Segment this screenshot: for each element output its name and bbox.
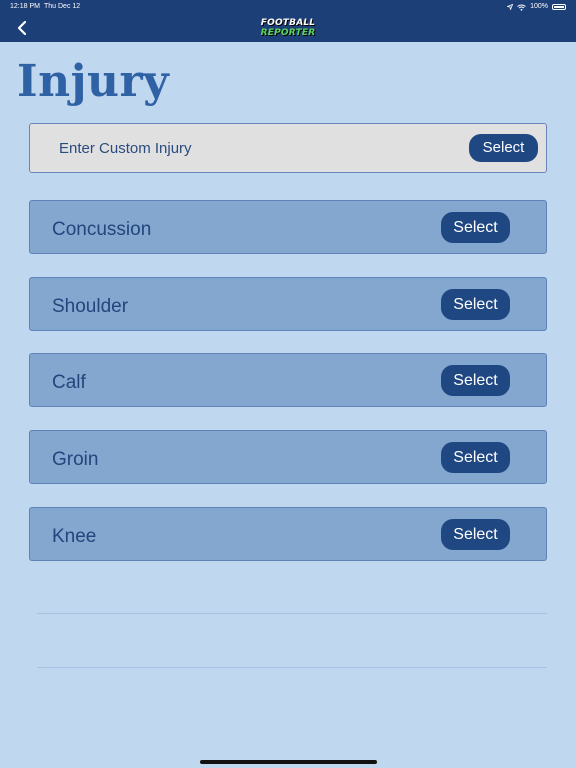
select-button-shoulder[interactable]: Select — [441, 289, 510, 320]
injury-label: Knee — [52, 526, 97, 547]
select-button-concussion[interactable]: Select — [441, 212, 510, 243]
page-title: Injury — [17, 56, 170, 107]
chevron-left-icon — [17, 20, 27, 36]
injury-label: Calf — [52, 372, 86, 393]
select-button-knee[interactable]: Select — [441, 519, 510, 550]
injury-label: Concussion — [52, 219, 152, 240]
injury-row-calf[interactable]: Calf Select — [29, 353, 547, 407]
injury-row-groin[interactable]: Groin Select — [29, 430, 547, 484]
custom-injury-select-button[interactable]: Select — [469, 134, 538, 162]
navigation-bar: FOOTBALL REPORTER — [0, 14, 576, 42]
list-separator — [37, 667, 547, 668]
status-date: Thu Dec 12 — [44, 3, 81, 10]
logo-line-1: FOOTBALL — [260, 18, 316, 28]
injury-row-knee[interactable]: Knee Select — [29, 507, 547, 561]
back-button[interactable] — [14, 17, 32, 39]
logo-line-2: REPORTER — [260, 28, 316, 38]
injury-label: Groin — [52, 449, 99, 470]
injury-label: Shoulder — [52, 296, 129, 317]
injury-row-shoulder[interactable]: Shoulder Select — [29, 277, 547, 331]
status-bar: 12:18 PM Thu Dec 12 100% — [0, 0, 576, 14]
custom-injury-label: Enter Custom Injury — [59, 140, 192, 157]
location-icon — [507, 4, 514, 10]
home-indicator[interactable] — [200, 760, 377, 764]
status-indicators: 100% — [507, 0, 566, 14]
app-logo: FOOTBALL REPORTER — [259, 17, 317, 39]
status-time: 12:18 PM — [10, 3, 40, 10]
custom-injury-row[interactable]: Enter Custom Injury Select — [29, 123, 547, 173]
wifi-icon — [517, 4, 526, 11]
select-button-calf[interactable]: Select — [441, 365, 510, 396]
battery-percent: 100% — [530, 3, 548, 10]
select-button-groin[interactable]: Select — [441, 442, 510, 473]
injury-row-concussion[interactable]: Concussion Select — [29, 200, 547, 254]
battery-icon — [552, 4, 566, 10]
list-separator — [37, 613, 547, 614]
